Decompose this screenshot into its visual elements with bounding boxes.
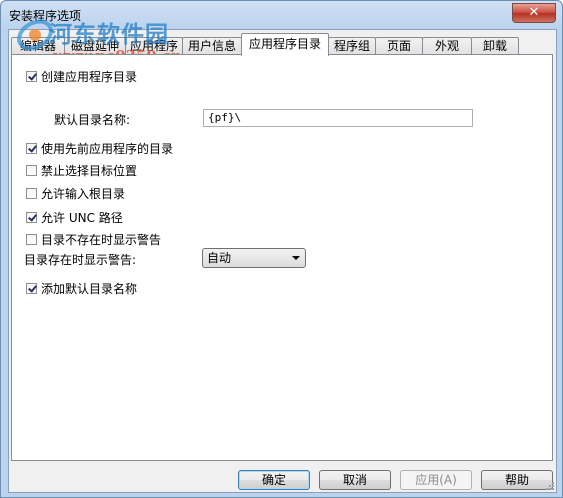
tab-strip: 编辑器 磁盘延伸 应用程序 用户信息 应用程序目录 程序组 页面 外观 卸载 (11, 33, 541, 56)
warn-dir-not-exist-option[interactable]: 目录不存在时显示警告 (26, 231, 161, 247)
allow-root-dir-checkbox[interactable] (26, 187, 37, 199)
apply-button[interactable]: 应用(A) (400, 470, 472, 490)
warn-dir-not-exist-label: 目录不存在时显示警告 (41, 232, 162, 247)
disable-select-dir-option[interactable]: 禁止选择目标位置 (26, 162, 137, 178)
allow-unc-option[interactable]: 允许 UNC 路径 (26, 209, 123, 225)
tab-app-directory[interactable]: 应用程序目录 (241, 33, 329, 56)
tab-editor[interactable]: 编辑器 (11, 37, 65, 55)
dialog-client-area: 编辑器 磁盘延伸 应用程序 用户信息 应用程序目录 程序组 页面 外观 卸载 创… (8, 29, 557, 493)
tab-application[interactable]: 应用程序 (125, 37, 183, 55)
tab-disk-spanning[interactable]: 磁盘延伸 (64, 37, 126, 55)
allow-root-dir-option[interactable]: 允许输入根目录 (26, 185, 125, 201)
ok-button[interactable]: 确定 (238, 470, 310, 490)
title-bar[interactable]: 安装程序选项 ✕ (1, 1, 562, 29)
default-dir-name-row: 默认目录名称: (54, 111, 130, 127)
append-default-dir-option[interactable]: 添加默认目录名称 (26, 280, 137, 296)
append-default-dir-label: 添加默认目录名称 (41, 281, 138, 296)
cancel-button[interactable]: 取消 (319, 470, 391, 490)
dropdown-arrow-icon (292, 256, 300, 260)
tab-pages[interactable]: 页面 (375, 37, 423, 55)
default-dir-name-label: 默认目录名称: (54, 112, 131, 127)
warn-dir-exists-select[interactable]: 自动 (202, 248, 306, 268)
append-default-dir-checkbox[interactable] (26, 282, 37, 294)
help-button[interactable]: 帮助 (481, 470, 553, 490)
create-app-dir-label: 创建应用程序目录 (41, 69, 138, 84)
allow-root-dir-label: 允许输入根目录 (41, 186, 126, 201)
tab-program-group[interactable]: 程序组 (328, 37, 376, 55)
close-icon: ✕ (528, 5, 540, 20)
warn-dir-exists-row: 目录存在时显示警告: (24, 251, 136, 267)
window-title: 安装程序选项 (9, 9, 82, 23)
disable-select-dir-checkbox[interactable] (26, 164, 37, 176)
use-previous-dir-option[interactable]: 使用先前应用程序的目录 (26, 140, 173, 156)
default-dir-name-input[interactable]: {pf}\ (203, 109, 473, 127)
allow-unc-checkbox[interactable] (26, 211, 37, 223)
warn-dir-not-exist-checkbox[interactable] (26, 233, 37, 245)
create-app-dir-checkbox[interactable] (26, 70, 37, 82)
dialog-window: 安装程序选项 ✕ 编辑器 磁盘延伸 应用程序 用户信息 应用程序目录 程序组 页… (0, 0, 563, 498)
tab-user-info[interactable]: 用户信息 (182, 37, 242, 55)
close-button[interactable]: ✕ (512, 3, 556, 23)
resize-grip-icon[interactable] (544, 480, 554, 490)
create-app-dir-option[interactable]: 创建应用程序目录 (26, 68, 137, 84)
disable-select-dir-label: 禁止选择目标位置 (41, 163, 138, 178)
use-previous-dir-checkbox[interactable] (26, 142, 37, 154)
allow-unc-label: 允许 UNC 路径 (41, 210, 123, 225)
tab-uninstall[interactable]: 卸载 (471, 37, 519, 55)
warn-dir-exists-label: 目录存在时显示警告: (24, 252, 137, 267)
use-previous-dir-label: 使用先前应用程序的目录 (41, 141, 174, 156)
tab-appearance[interactable]: 外观 (422, 37, 472, 55)
tab-panel-app-directory: 创建应用程序目录 默认目录名称: {pf}\ 使用先前应用程序的目录 禁止选择目… (11, 54, 553, 461)
warn-dir-exists-value: 自动 (207, 251, 232, 265)
